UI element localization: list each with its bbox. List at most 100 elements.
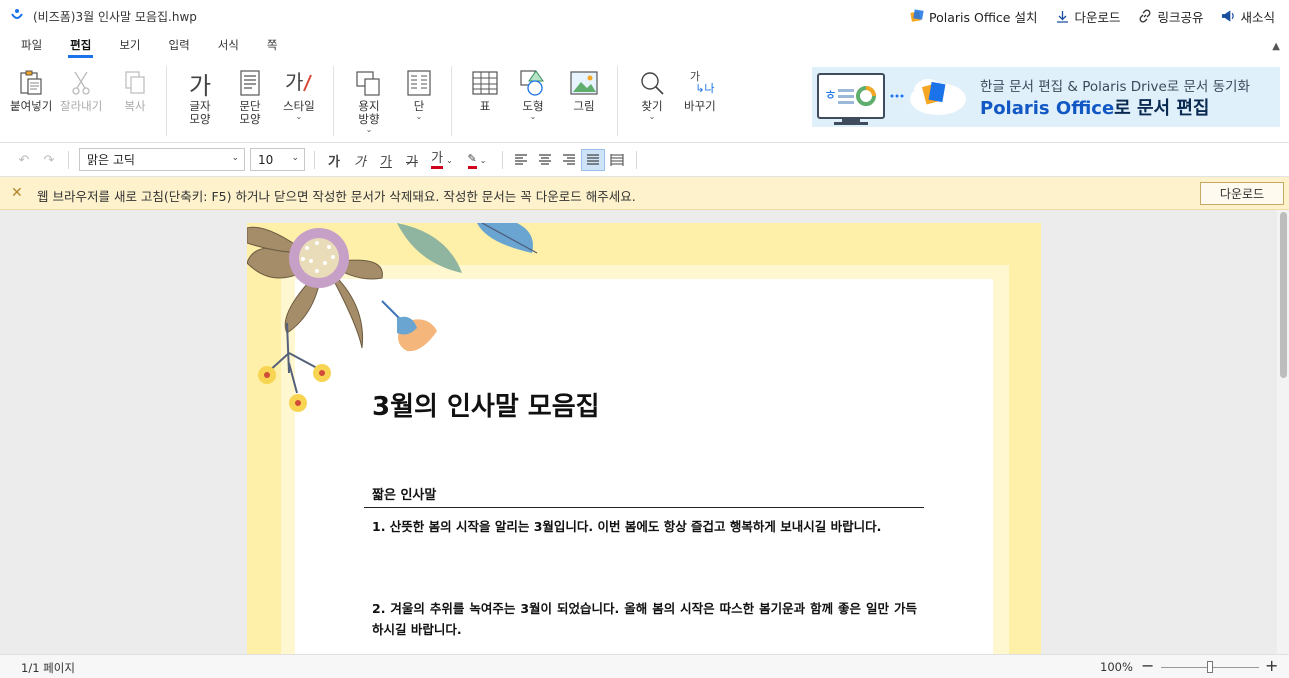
align-distribute-button[interactable]: [605, 149, 629, 171]
copy-label: 복사: [124, 99, 146, 113]
document-area[interactable]: 3월의 인사말 모음집 짧은 인사말 1. 산뜻한 봄의 시작을 알리는 3월입…: [0, 210, 1289, 654]
document-paragraph[interactable]: 2. 겨울의 추위를 녹여주는 3월이 되었습니다. 올해 봄의 시작은 따스한…: [372, 598, 917, 640]
image-button[interactable]: 그림: [569, 68, 599, 113]
paragraph-icon: [235, 68, 265, 98]
vertical-scrollbar[interactable]: [1277, 210, 1289, 654]
document-page[interactable]: 3월의 인사말 모음집 짧은 인사말 1. 산뜻한 봄의 시작을 알리는 3월입…: [247, 223, 1041, 654]
promo-brand: Polaris Office: [980, 98, 1115, 119]
ribbon-separator: [166, 66, 167, 136]
align-right-button[interactable]: [557, 149, 581, 171]
toolbar-separator: [314, 151, 315, 169]
para-shape-button[interactable]: 문단 모양: [235, 68, 265, 126]
zoom-in-icon[interactable]: +: [1265, 656, 1278, 675]
promo-banner[interactable]: ㅎ 한글 문서 편집 & Polaris Drive로 문서 동기화 Polar…: [812, 67, 1280, 127]
table-icon: [470, 68, 500, 98]
font-size-select[interactable]: 10 ⌄: [250, 148, 305, 171]
bold-icon: 가: [328, 154, 340, 170]
strikethrough-button[interactable]: 가: [400, 149, 424, 171]
scissors-icon: [66, 68, 96, 98]
undo-button[interactable]: ↶: [12, 149, 36, 171]
find-button[interactable]: 찾기 ⌄: [637, 68, 667, 121]
align-center-button[interactable]: [533, 149, 557, 171]
char-shape-label-2: 모양: [189, 112, 211, 126]
para-shape-label-2: 모양: [239, 112, 261, 126]
link-share-button[interactable]: 링크공유: [1138, 7, 1203, 26]
document-paragraph[interactable]: 1. 산뜻한 봄의 시작을 알리는 3월입니다. 이번 봄에도 항상 즐겁고 행…: [372, 516, 917, 537]
page-direction-button[interactable]: 용지 방향 ⌄: [354, 68, 384, 134]
align-right-icon: [563, 154, 575, 165]
notice-download-button[interactable]: 다운로드: [1200, 182, 1284, 205]
replace-label: 바꾸기: [684, 99, 716, 113]
download-icon: [1055, 9, 1069, 23]
font-size-chevron-down-icon: ⌄: [291, 153, 299, 163]
zoom-slider-thumb[interactable]: [1207, 661, 1213, 673]
columns-button[interactable]: 단 ⌄: [404, 68, 434, 121]
tab-file[interactable]: 파일: [0, 37, 56, 58]
font-color-button[interactable]: 가 ⌄: [426, 149, 458, 171]
promo-text-line1: 한글 문서 편집 & Polaris Drive로 문서 동기화: [980, 79, 1250, 95]
install-label: Polaris Office 설치: [929, 9, 1038, 25]
promo-illustration-icon: ㅎ: [817, 73, 966, 125]
zoom-out-icon[interactable]: −: [1141, 656, 1154, 675]
columns-icon: [404, 68, 434, 98]
ribbon: 붙여넣기 잘라내기 복사 가 글자 모양 문단 모양 가 스타일 ⌄ 용지 방향…: [0, 58, 1289, 143]
copy-icon: [120, 68, 150, 98]
font-name-chevron-down-icon: ⌄: [231, 153, 239, 163]
download-button[interactable]: 다운로드: [1055, 7, 1120, 26]
tab-page[interactable]: 쪽: [253, 37, 292, 58]
undo-icon: ↶: [18, 152, 30, 168]
shape-button[interactable]: 도형 ⌄: [518, 68, 548, 121]
magnifier-icon: [637, 68, 667, 98]
highlight-color-button[interactable]: ✎ ⌄: [461, 149, 493, 171]
ribbon-separator: [451, 66, 452, 136]
shape-chevron-down-icon: ⌄: [529, 112, 537, 121]
align-justify-button[interactable]: [581, 149, 605, 171]
underline-button[interactable]: 가: [374, 149, 398, 171]
strikethrough-icon: 가: [406, 154, 418, 170]
tab-format[interactable]: 서식: [204, 37, 253, 58]
polaris-logo-icon: [9, 8, 25, 24]
clipboard-icon: [16, 68, 46, 98]
char-shape-button[interactable]: 가 글자 모양: [185, 68, 215, 126]
table-button[interactable]: 표: [470, 68, 500, 113]
find-chevron-down-icon: ⌄: [648, 112, 656, 121]
highlight-chevron-down-icon: ⌄: [479, 155, 487, 165]
ribbon-separator: [617, 66, 618, 136]
copy-button[interactable]: 복사: [120, 68, 150, 113]
style-button[interactable]: 가 스타일 ⌄: [283, 68, 315, 121]
bold-button[interactable]: 가: [322, 149, 346, 171]
document-subheading[interactable]: 짧은 인사말: [372, 484, 436, 503]
close-icon[interactable]: ✕: [11, 185, 23, 201]
ribbon-separator: [333, 66, 334, 136]
replace-button[interactable]: 가 ↳나 바꾸기: [684, 68, 716, 113]
font-name-select[interactable]: 맑은 고딕 ⌄: [79, 148, 245, 171]
polaris-install-icon: [910, 9, 924, 23]
document-heading[interactable]: 3월의 인사말 모음집: [372, 386, 600, 423]
cut-button[interactable]: 잘라내기: [60, 68, 102, 113]
page-direction-chevron-down-icon: ⌄: [365, 125, 373, 134]
font-color-icon: 가: [431, 151, 444, 169]
status-bar: 1/1 페이지 100% − +: [0, 654, 1289, 678]
zoom-level: 100%: [1100, 660, 1133, 674]
font-size-value: 10: [258, 152, 274, 167]
paste-button[interactable]: 붙여넣기: [10, 68, 52, 113]
download-label: 다운로드: [1074, 9, 1121, 25]
align-left-button[interactable]: [509, 149, 533, 171]
italic-icon: 가: [354, 154, 366, 170]
tab-insert[interactable]: 입력: [155, 37, 204, 58]
highlight-pen-icon: ✎: [467, 152, 477, 169]
style-brush-icon: 가: [284, 68, 314, 98]
install-polaris-button[interactable]: Polaris Office 설치: [910, 7, 1037, 26]
char-shape-icon: 가: [188, 71, 212, 100]
tab-edit[interactable]: 편집: [56, 37, 105, 58]
italic-button[interactable]: 가: [348, 149, 372, 171]
collapse-ribbon-icon[interactable]: ▲: [1272, 41, 1280, 52]
scrollbar-thumb[interactable]: [1280, 212, 1287, 378]
align-left-icon: [515, 154, 527, 165]
link-icon: [1138, 9, 1152, 23]
menu-tabs: 파일 편집 보기 입력 서식 쪽 ▲: [0, 32, 1289, 58]
news-button[interactable]: 새소식: [1221, 7, 1275, 26]
redo-button[interactable]: ↷: [37, 149, 61, 171]
image-icon: [569, 68, 599, 98]
tab-view[interactable]: 보기: [105, 37, 154, 58]
